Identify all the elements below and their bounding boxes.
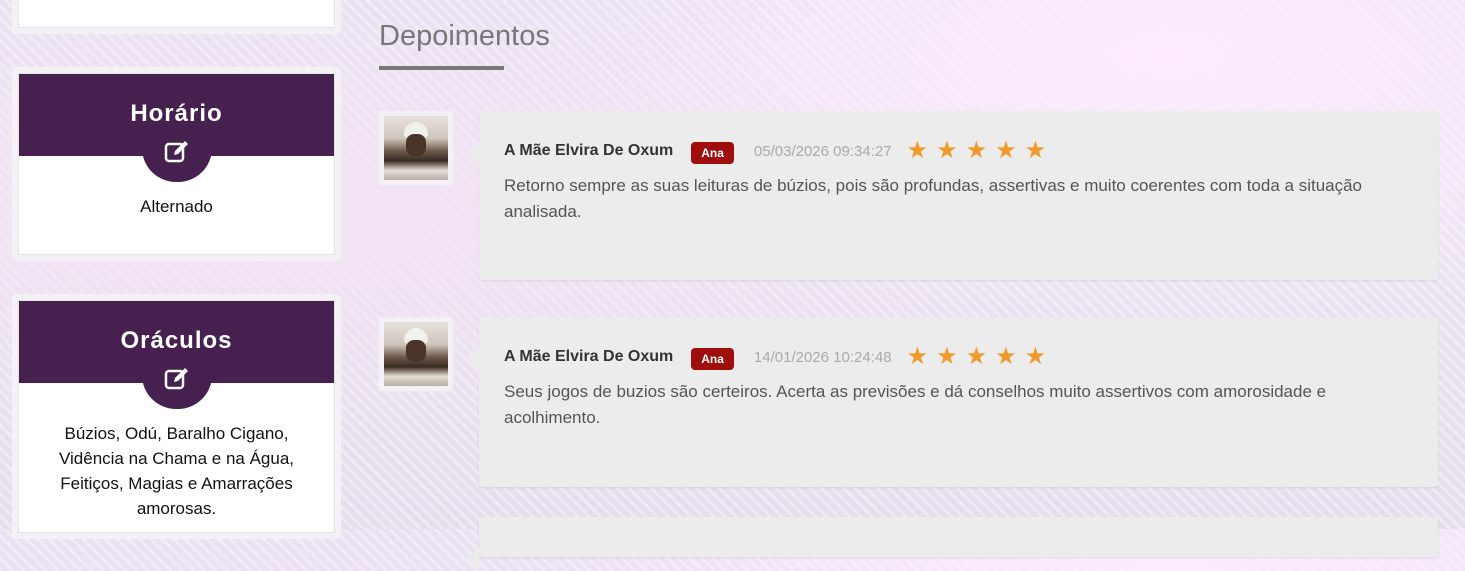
avatar[interactable] [379, 111, 453, 185]
review-card: A Mãe Elvira De Oxum Ana 14/01/2026 10:2… [467, 317, 1438, 487]
review-text: Retorno sempre as suas leituras de búzio… [504, 176, 1363, 221]
review-text: Seus jogos de buzios são certeiros. Acer… [504, 382, 1327, 427]
star-icon: ★ [906, 137, 929, 164]
avatar[interactable] [379, 317, 453, 391]
oraculos-title: Oráculos [120, 327, 233, 354]
sidebar-card-horario: Horário Alternado [12, 67, 341, 261]
star-icon: ★ [965, 137, 988, 164]
review-meta: A Mãe Elvira De Oxum Ana 14/01/2026 10:2… [504, 339, 1413, 375]
star-icon: ★ [965, 343, 988, 370]
review-card-partial [467, 517, 1438, 571]
review-date: 05/03/2026 09:34:27 [753, 142, 892, 160]
reviewer-badge: Ana [691, 142, 734, 164]
star-icon: ★ [906, 343, 929, 370]
sidebar-card-horario-inner: Horário Alternado [18, 73, 335, 255]
edit-icon [164, 368, 188, 390]
review-card: A Mãe Elvira De Oxum Ana 05/03/2026 09:3… [467, 111, 1438, 280]
sidebar-card-oraculos: Oráculos Búzios, Odú, Baralho Cigano, Vi… [12, 294, 341, 539]
rating-stars: ★ ★ ★ ★ ★ [907, 139, 1047, 163]
star-icon: ★ [936, 343, 958, 370]
title-underline [379, 66, 504, 70]
horario-header: Horário [19, 74, 334, 182]
star-icon: ★ [995, 343, 1017, 370]
star-icon: ★ [1024, 343, 1047, 370]
review-author[interactable]: A Mãe Elvira De Oxum [504, 142, 673, 160]
star-icon: ★ [995, 137, 1017, 164]
rating-stars: ★ ★ ★ ★ ★ [907, 345, 1047, 369]
edit-icon [164, 141, 188, 163]
review-meta: A Mãe Elvira De Oxum Ana 05/03/2026 09:3… [504, 133, 1413, 169]
avatar-image [384, 322, 448, 386]
oraculos-header: Oráculos [19, 301, 334, 409]
review-author[interactable]: A Mãe Elvira De Oxum [504, 348, 673, 366]
horario-title: Horário [130, 100, 223, 127]
reviewer-badge: Ana [691, 348, 734, 370]
sidebar-card-top [12, 0, 341, 34]
sidebar-card-oraculos-inner: Oráculos Búzios, Odú, Baralho Cigano, Vi… [18, 300, 335, 533]
star-icon: ★ [936, 137, 958, 164]
avatar-image [384, 116, 448, 180]
sidebar-card-top-inner [18, 0, 335, 28]
star-icon: ★ [1024, 137, 1047, 164]
page-title: Depoimentos [379, 20, 550, 52]
review-date: 14/01/2026 10:24:48 [753, 348, 892, 366]
